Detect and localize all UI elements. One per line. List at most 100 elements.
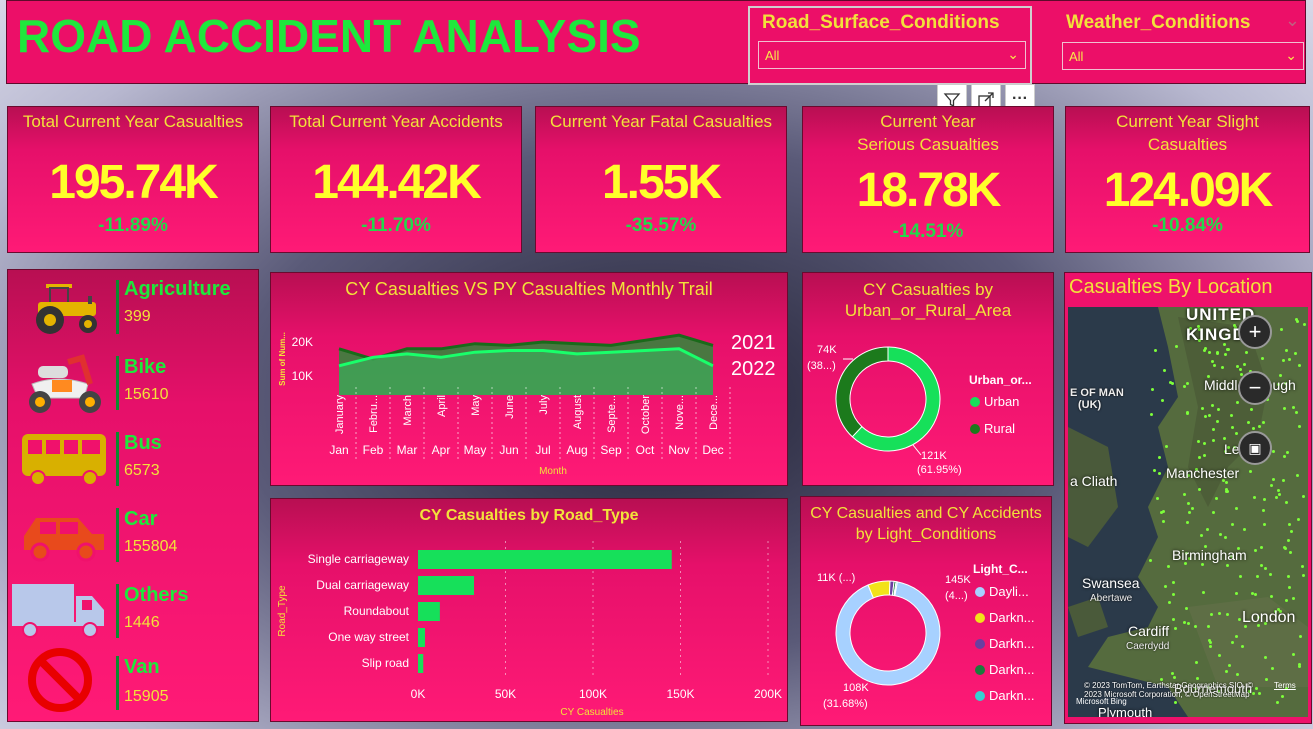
casualty-point: [1201, 407, 1205, 411]
select-area-icon[interactable]: ▣: [1238, 431, 1272, 465]
x-axis-label: Month: [539, 466, 567, 477]
location-map[interactable]: UNITED KINGDO E OF MAN (UK) Middlesbroug…: [1068, 307, 1308, 717]
month-label: May: [464, 443, 487, 457]
kpi-delta: -14.51%: [892, 221, 964, 242]
zoom-out-button[interactable]: −: [1238, 371, 1272, 405]
kpi-value: 124.09K: [1103, 164, 1273, 217]
urban-value-label: 121K: [921, 450, 947, 462]
vehicle-row-agriculture: Agriculture 399: [8, 274, 258, 350]
casualty-point: [1226, 612, 1230, 616]
casualty-point: [1185, 381, 1189, 385]
casualty-point: [1284, 598, 1288, 602]
casualty-point: [1153, 348, 1157, 352]
legend-label: Urban: [984, 394, 1019, 409]
legend-label: Rural: [984, 421, 1015, 436]
legend-title: Light_C...: [973, 562, 1028, 576]
vehicle-row-bike: Bike 15610: [8, 350, 258, 426]
vehicle-name: Car: [124, 508, 158, 530]
casualty-point: [1257, 692, 1261, 696]
slice-label: (4...): [945, 590, 968, 602]
vehicle-name: Others: [124, 584, 189, 606]
casualty-point: [1211, 438, 1215, 442]
weather-slicer[interactable]: Weather_Conditions ⌄ All ⌄: [1062, 10, 1304, 80]
casualty-point: [1270, 595, 1274, 599]
casualty-point: [1263, 566, 1267, 570]
vehicle-count: 1446: [124, 614, 160, 631]
prohibited-icon: [18, 646, 108, 712]
casualty-point: [1292, 406, 1296, 410]
casualty-point: [1298, 364, 1302, 368]
slice-label: 11K (...): [817, 572, 855, 584]
legend-marker: [970, 424, 980, 434]
chevron-down-icon: ⌄: [1285, 47, 1297, 63]
casualty-point: [1249, 407, 1253, 411]
casualty-point: [1301, 573, 1305, 577]
casualty-point: [1289, 529, 1293, 533]
map-label: Manchester: [1166, 465, 1240, 481]
casualty-point: [1294, 351, 1298, 355]
casualty-point: [1263, 522, 1267, 526]
legend-label: Darkn...: [989, 636, 1035, 651]
month-long-label: Septe...: [606, 395, 618, 433]
casualty-point: [1262, 498, 1266, 502]
separator: [116, 656, 119, 710]
kpi-delta: -11.70%: [361, 215, 431, 236]
casualty-point: [1195, 661, 1199, 665]
map-label: Birmingham: [1172, 547, 1247, 563]
category-label: One way street: [328, 630, 409, 644]
month-long-label: March: [402, 395, 414, 426]
legend-marker: [970, 397, 980, 407]
legend-label: Dayli...: [989, 584, 1029, 599]
vehicle-name: Van: [124, 656, 160, 678]
light-conditions-chart[interactable]: CY Casualties and CY Accidents by Light_…: [800, 496, 1052, 726]
month-long-label: Dece...: [708, 395, 720, 430]
casualty-point: [1236, 401, 1240, 404]
casualty-point: [1270, 666, 1274, 670]
casualty-point: [1165, 444, 1169, 448]
casualty-point: [1167, 601, 1171, 605]
casualty-point: [1150, 412, 1154, 416]
month-label: Mar: [397, 443, 418, 457]
casualty-point: [1201, 591, 1205, 595]
vehicle-name: Agriculture: [124, 278, 231, 300]
casualty-point: [1171, 592, 1175, 596]
vehicle-row-car: Car 155804: [8, 502, 258, 578]
casualty-point: [1253, 495, 1257, 499]
casualty-point: [1171, 618, 1175, 622]
weather-dropdown[interactable]: All ⌄: [1062, 42, 1304, 70]
casualty-point: [1260, 546, 1264, 550]
bar: [418, 654, 424, 673]
series-label-2022: 2022: [731, 358, 776, 380]
monthly-trend-chart[interactable]: CY Casualties VS PY Casualties Monthly T…: [270, 272, 788, 486]
casualty-point: [1276, 488, 1280, 492]
category-label: Slip road: [362, 656, 409, 670]
kpi-title: Current Year Fatal Casualties: [549, 112, 773, 131]
urban-rural-chart[interactable]: CY Casualties by Urban_or_Rural_Area 74K…: [802, 272, 1054, 486]
casualty-point: [1217, 653, 1221, 657]
casualty-point: [1203, 414, 1207, 418]
casualty-point: [1295, 410, 1299, 414]
legend-marker: [975, 613, 985, 623]
casualty-point: [1212, 511, 1216, 515]
x-tick-label: 50K: [495, 687, 516, 701]
kpi-value: 195.74K: [49, 156, 218, 209]
road-type-chart[interactable]: CY Casualties by Road_Type 0K 50K 100K 150K…: [270, 498, 788, 722]
zoom-in-button[interactable]: +: [1238, 315, 1272, 349]
location-map-panel: Casualties By Location UNITED KINGDO E O…: [1064, 272, 1312, 724]
vehicle-count: 155804: [124, 538, 178, 555]
casualty-point: [1302, 322, 1306, 326]
casualty-point: [1288, 522, 1292, 526]
casualty-point: [1241, 644, 1245, 648]
casualty-point: [1200, 534, 1204, 537]
month-label: Sep: [600, 443, 622, 457]
kpi-title: Current Year Serious Casualties: [857, 112, 999, 154]
casualty-point: [1295, 474, 1299, 478]
kpi-value: 1.55K: [601, 156, 722, 209]
map-label: (UK): [1078, 399, 1102, 411]
casualty-point: [1174, 627, 1178, 631]
map-terms-link[interactable]: Terms: [1274, 681, 1296, 690]
slice-label: 145K: [945, 574, 971, 586]
casualty-point: [1193, 625, 1197, 629]
casualty-point: [1227, 347, 1231, 351]
map-label: Cardiff: [1128, 623, 1169, 639]
